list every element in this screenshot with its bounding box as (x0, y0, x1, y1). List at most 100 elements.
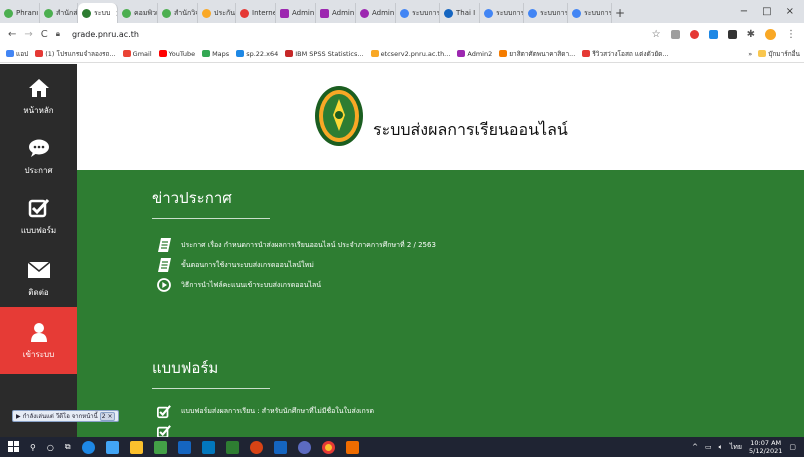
browser-tab[interactable]: Admin (316, 3, 356, 23)
triangle-icon (202, 8, 211, 18)
browser-tab[interactable]: สำนักส่ง (40, 3, 78, 23)
media-playing-indicator[interactable]: ▶ กำลังเล่นแต่ วีดีโอ จากหน้านี้ 2 × (12, 410, 119, 422)
sidebar-item-home[interactable]: หน้าหลัก (0, 76, 77, 117)
bookmark-item[interactable]: IBM SPSS Statistics... (285, 50, 364, 58)
bookmark-item[interactable]: Maps (202, 50, 229, 58)
maximize-icon[interactable]: □ (762, 6, 771, 17)
file-explorer-icon[interactable] (129, 440, 143, 454)
g-icon (572, 8, 581, 18)
reload-icon[interactable]: C (41, 29, 48, 40)
bookmark-item[interactable]: Admin2 (457, 50, 492, 58)
bookmark-icon (158, 50, 167, 57)
bookmark-item[interactable]: รีวิวสว่างโอสถ แต่งตัวยัด... (582, 49, 669, 59)
university-logo (314, 85, 364, 147)
app-icon[interactable] (345, 440, 359, 454)
browser-tab[interactable]: Interne (236, 3, 276, 23)
circle-icon (44, 8, 53, 18)
browser-tab[interactable]: ระบบการ (480, 3, 524, 23)
extension-icon[interactable] (689, 29, 699, 39)
bookmark-item[interactable]: แอป (6, 49, 28, 59)
url-field[interactable]: grade.pnru.ac.th (72, 30, 139, 39)
news-item[interactable]: ขั้นตอนการใช้งานระบบส่งเกรดออนไลน์ใหม่ (157, 258, 314, 272)
app-icon[interactable] (201, 440, 215, 454)
store-icon[interactable] (105, 440, 119, 454)
media-controls[interactable]: 2 × (99, 411, 115, 421)
user-icon (26, 320, 52, 344)
minimize-icon[interactable]: − (740, 6, 748, 17)
bookmark-item[interactable]: Gmail (122, 50, 152, 58)
news-item[interactable]: วิธีการนำไฟล์คะแนนเข้าระบบส่งเกรดออนไลน์ (157, 278, 321, 292)
bookmark-item[interactable]: sp.22.x64 (236, 50, 278, 58)
edge-icon[interactable] (81, 440, 95, 454)
browser-tab[interactable]: ระบบการ (568, 3, 612, 23)
bookmark-icon (236, 50, 245, 57)
puzzle-icon[interactable]: ✱ (747, 29, 755, 40)
notification-icon[interactable]: ▢ (789, 443, 796, 451)
extension-icon[interactable] (727, 29, 737, 39)
chrome-icon[interactable] (321, 440, 335, 454)
chevron-up-icon[interactable]: ^ (692, 443, 698, 451)
sidebar-item-forms[interactable]: แบบฟอร์ม (0, 196, 77, 237)
site-header: ระบบส่งผลการเรียนออนไลน์ (77, 64, 804, 170)
task-view-icon[interactable]: ⧉ (65, 442, 71, 452)
bookmark-item[interactable]: etcserv2.pnru.ac.th... (370, 50, 450, 58)
language-indicator[interactable]: ไทย (730, 442, 742, 453)
browser-tab[interactable]: Admin (356, 3, 396, 23)
app-icon[interactable] (297, 440, 311, 454)
browser-tab[interactable]: ประกันฯ (198, 3, 236, 23)
divider (152, 388, 270, 389)
volume-icon[interactable]: 🔈︎ (719, 443, 723, 452)
browser-tab[interactable]: คอมพิวเ (118, 3, 158, 23)
bookmark-item[interactable]: YouTube (158, 50, 195, 58)
folder-icon (758, 50, 767, 57)
browser-tab[interactable]: ระบบ× (78, 3, 118, 23)
browser-tab[interactable]: ระบบการ (396, 3, 440, 23)
avatar[interactable] (765, 28, 776, 40)
cortana-icon[interactable]: ○ (47, 443, 54, 452)
g-icon (400, 8, 409, 18)
extension-icon[interactable] (670, 29, 680, 39)
sidebar-item-announcement[interactable]: ประกาศ (0, 136, 77, 177)
bookmark-item[interactable]: (1) โปรแกรมจำลองรถ... (35, 49, 116, 59)
close-icon[interactable]: × (786, 6, 794, 17)
other-bookmarks-folder[interactable]: บุ๊กมาร์กอื่น (758, 49, 800, 59)
menu-dots-icon[interactable]: ⋮ (786, 29, 796, 40)
bookmark-item[interactable]: ยาสิตาศัตพนาคาสิดา... (499, 49, 575, 59)
excel-icon[interactable] (225, 440, 239, 454)
app-icon[interactable] (153, 440, 167, 454)
forward-arrow-icon[interactable]: → (24, 29, 32, 40)
bookmarks-more-button[interactable]: » (748, 50, 752, 58)
form-item[interactable]: แบบฟอร์มส่งผลการเรียน : สำหรับนักศึกษาที… (157, 404, 374, 418)
sidebar-item-login[interactable]: เข้าระบบ (0, 307, 77, 374)
system-tray: ^ ▭ 🔈︎ ไทย 10:07 AM 5/12/2021 ▢ (692, 439, 804, 455)
windows-start-icon[interactable] (8, 440, 19, 454)
sidebar-item-contact[interactable]: ติดต่อ (0, 258, 77, 299)
window-controls: − □ × (740, 0, 804, 23)
lock-icon: 🔒︎ (55, 29, 61, 38)
browser-tab[interactable]: สำนักวิจ (158, 3, 198, 23)
news-item[interactable]: ประกาศ เรื่อง กำหนดการนำส่งผลการเรียนออน… (157, 238, 436, 252)
bookmark-icon (6, 50, 14, 57)
network-icon[interactable]: ▭ (705, 443, 712, 451)
browser-tab-bar: Phranıสำนักส่งระบบ×คอมพิวเสำนักวิจประกัน… (0, 0, 804, 23)
circle-icon (240, 8, 249, 18)
new-tab-button[interactable]: + (612, 3, 628, 23)
play-icon: ▶ (16, 412, 21, 420)
back-arrow-icon[interactable]: ← (8, 29, 16, 40)
circle-icon (360, 8, 369, 18)
browser-tab[interactable]: ระบบการ (524, 3, 568, 23)
app-icon[interactable] (177, 440, 191, 454)
form-item[interactable] (157, 424, 181, 437)
star-icon[interactable]: ☆ (652, 29, 661, 40)
app-icon[interactable] (249, 440, 263, 454)
clock[interactable]: 10:07 AM 5/12/2021 (749, 439, 782, 455)
browser-tab[interactable]: Admin (276, 3, 316, 23)
bookmarks-bar: แอป (1) โปรแกรมจำลองรถ... Gmail YouTube Maps… (0, 45, 804, 63)
forms-section-title: แบบฟอร์ม (152, 359, 219, 377)
browser-tab[interactable]: Phranı (0, 3, 40, 23)
browser-tab[interactable]: Thai I (440, 3, 480, 23)
extension-icon[interactable] (708, 29, 718, 39)
bookmark-icon (370, 50, 379, 57)
word-icon[interactable] (273, 440, 287, 454)
search-icon[interactable]: ⚲ (30, 443, 36, 452)
